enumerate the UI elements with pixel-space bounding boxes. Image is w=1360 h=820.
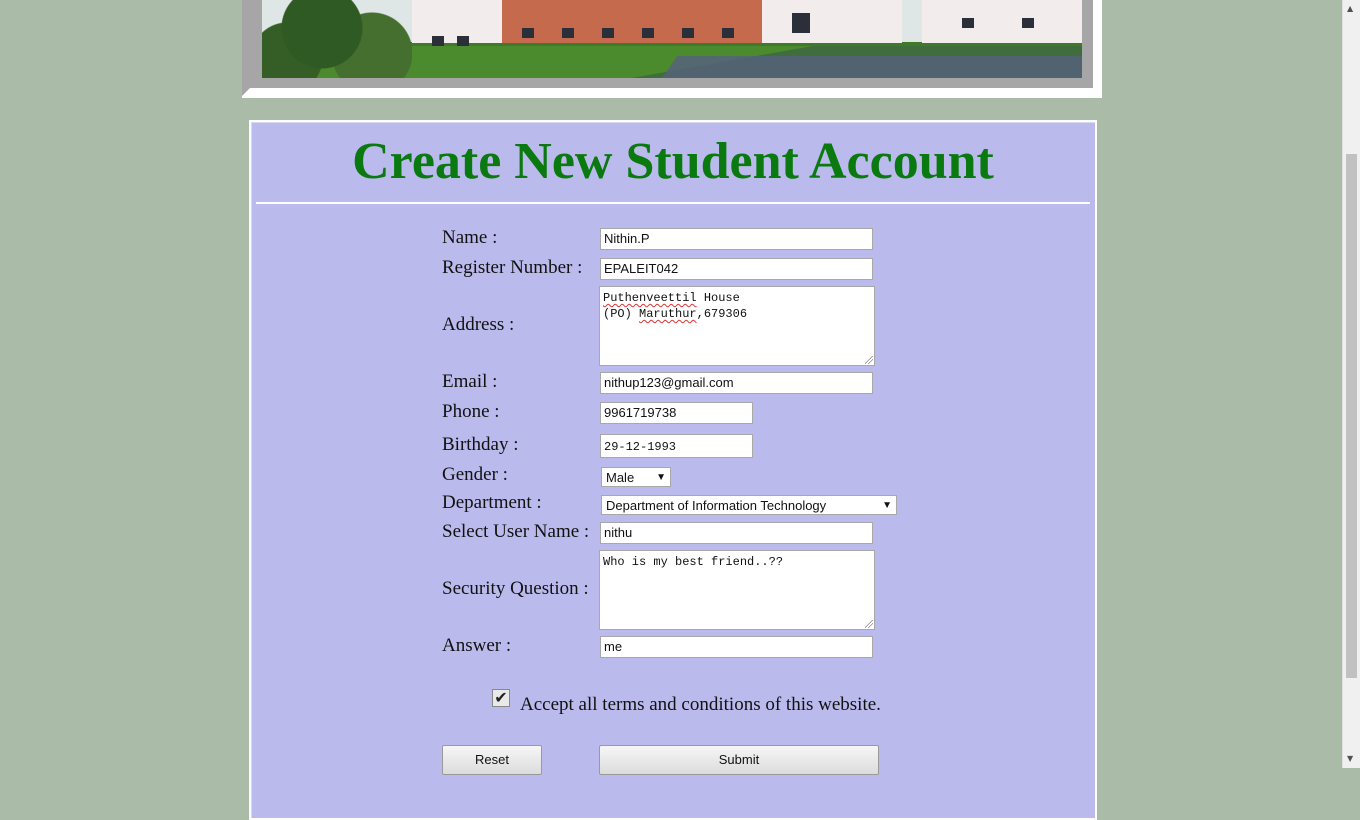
name-label: Name : — [442, 227, 498, 248]
chevron-down-icon: ▼ — [656, 472, 666, 483]
email-label: Email : — [442, 371, 498, 392]
address-text: (PO) — [603, 307, 640, 321]
walkway — [662, 56, 1082, 78]
resize-handle[interactable] — [865, 356, 873, 364]
window — [962, 18, 974, 28]
window — [457, 36, 469, 46]
address-word: Puthenveettil — [603, 291, 697, 305]
security-question-textarea[interactable]: Who is my best friend..?? — [599, 550, 875, 630]
window — [522, 28, 534, 38]
campus-banner-image — [262, 0, 1082, 78]
username-input[interactable]: nithu — [600, 522, 873, 544]
department-selected: Department of Information Technology — [606, 498, 827, 513]
reset-button[interactable]: Reset — [442, 745, 542, 775]
phone-input[interactable]: 9961719738 — [600, 402, 753, 424]
building-entrance — [762, 0, 902, 43]
tree — [262, 0, 412, 78]
scroll-thumb[interactable] — [1346, 154, 1357, 678]
birthday-input[interactable]: 29-12-1993 — [600, 434, 753, 458]
chevron-down-icon: ▼ — [882, 500, 892, 511]
window — [682, 28, 694, 38]
address-text: ,679306 — [696, 307, 748, 321]
registration-panel: Create New Student Account Name : Nithin… — [249, 120, 1097, 820]
page-title: Create New Student Account — [352, 133, 994, 190]
register-number-input[interactable]: EPALEIT042 — [600, 258, 873, 280]
gender-select[interactable]: Male ▼ — [601, 467, 671, 487]
name-input[interactable]: Nithin.P — [600, 228, 873, 250]
window — [602, 28, 614, 38]
title-divider — [256, 202, 1090, 204]
department-select[interactable]: Department of Information Technology ▼ — [601, 495, 897, 515]
terms-checkbox[interactable]: ✔ — [492, 689, 510, 707]
username-label: Select User Name : — [442, 521, 590, 542]
birthday-label: Birthday : — [442, 434, 519, 455]
address-text: House — [696, 291, 740, 305]
answer-label: Answer : — [442, 635, 512, 656]
gender-selected: Male — [606, 470, 635, 485]
scroll-up-icon[interactable]: ▲ — [1347, 4, 1353, 13]
building-wing-right — [922, 0, 1082, 43]
window — [1022, 18, 1034, 28]
window — [642, 28, 654, 38]
address-label: Address : — [442, 314, 515, 335]
department-label: Department : — [442, 492, 542, 513]
submit-button[interactable]: Submit — [599, 745, 879, 775]
window — [722, 28, 734, 38]
gender-label: Gender : — [442, 464, 508, 485]
address-textarea[interactable]: Puthenveettil House (PO) Maruthur,679306 — [599, 286, 875, 366]
terms-label: Accept all terms and conditions of this … — [520, 694, 881, 715]
window — [792, 13, 810, 33]
address-word: Maruthur — [639, 307, 697, 321]
banner-frame — [242, 0, 1102, 98]
register-number-label: Register Number : — [442, 257, 583, 278]
email-input[interactable]: nithup123@gmail.com — [600, 372, 873, 394]
banner-border — [242, 0, 1093, 96]
scroll-down-icon[interactable]: ▼ — [1347, 754, 1353, 763]
answer-input[interactable]: me — [600, 636, 873, 658]
window — [432, 36, 444, 46]
security-question-label: Security Question : — [442, 578, 589, 599]
window — [562, 28, 574, 38]
page-scrollbar[interactable]: ▲ ▼ — [1342, 0, 1360, 768]
resize-handle[interactable] — [865, 620, 873, 628]
security-question-text: Who is my best friend..?? — [603, 555, 784, 569]
phone-label: Phone : — [442, 401, 500, 422]
